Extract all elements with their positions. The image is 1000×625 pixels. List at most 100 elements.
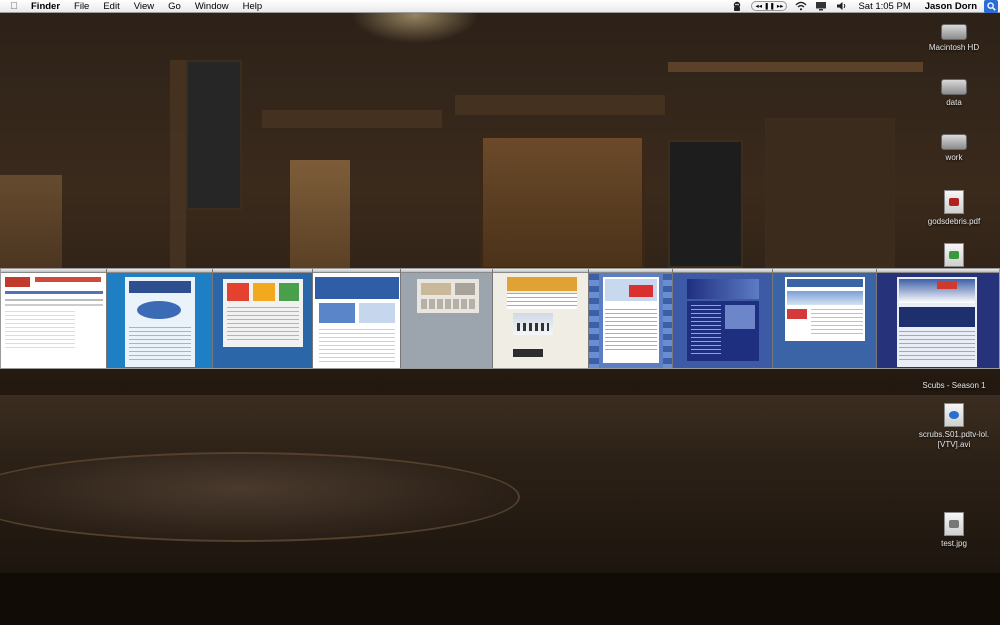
page-header [787, 279, 863, 287]
window-thumbnail-ski-blog[interactable] [493, 269, 589, 368]
next-track-icon[interactable]: ▸▸ [777, 2, 784, 10]
bg-window [290, 160, 350, 270]
nav-bar [5, 291, 103, 294]
gallery-photo [421, 283, 451, 295]
hard-drive-icon [941, 79, 967, 95]
pause-icon[interactable]: ❚❚ [764, 2, 775, 10]
desktop-icon-scubs-season-1[interactable]: Scubs - Season 1 [914, 378, 994, 391]
side-pattern [589, 274, 599, 368]
window-thumbnail-mountain-site[interactable] [877, 269, 999, 368]
bg-poster [186, 60, 242, 210]
bg-chalkboard [668, 140, 743, 268]
window-titlebar [401, 269, 492, 273]
content-line [5, 304, 103, 306]
bg-shelf [668, 62, 923, 72]
promo-graphic [137, 301, 181, 319]
window-thumbnail-forum-page[interactable] [1, 269, 107, 368]
ad-tile [253, 283, 275, 301]
menu-help[interactable]: Help [236, 0, 270, 13]
photo-people [517, 323, 549, 331]
desktop-icon-label: test.jpg [941, 539, 967, 548]
menu-finder[interactable]: Finder [24, 0, 67, 13]
hard-drive-icon [941, 134, 967, 150]
desktop-icon-label-line1: scrubs.S01.pdtv-lol. [918, 430, 990, 439]
adium-icon[interactable] [730, 1, 744, 12]
user-menu[interactable]: Jason Dorn [918, 1, 984, 12]
text-block [227, 307, 299, 343]
content-line [5, 299, 103, 301]
menu-clock[interactable]: Sat 1:05 PM [851, 1, 917, 12]
window-thumbnail-snowboard-shop[interactable] [589, 269, 673, 368]
desktop-icon-label: godsdebris.pdf [927, 217, 981, 226]
desktop-icon-music-file[interactable] [914, 243, 994, 267]
desktop-icon-label-line2: [VTV].avi [937, 440, 971, 449]
hero-image [787, 291, 863, 305]
text-block [811, 309, 863, 337]
window-thumbnail-weather-site[interactable] [773, 269, 877, 368]
menu-extras: ◂◂ ❚❚ ▸▸ Sat 1:05 PM Jason Dorn [727, 0, 1000, 13]
wifi-icon[interactable] [794, 1, 808, 12]
desktop-icon-label: data [946, 98, 962, 107]
bg-beam [455, 95, 665, 115]
menu-edit[interactable]: Edit [96, 0, 126, 13]
window-thumbnail-strip [0, 268, 1000, 369]
page-header [129, 281, 191, 293]
menu-go[interactable]: Go [161, 0, 188, 13]
thumbnail-row [421, 299, 475, 309]
apple-menu-icon[interactable]:  [4, 1, 24, 12]
window-thumbnail-grey-gallery[interactable] [401, 269, 493, 368]
desktop-icon-scrubs-avi[interactable]: scrubs.S01.pdtv-lol. [VTV].avi [910, 403, 998, 450]
blog-header [507, 277, 577, 291]
site-logo [5, 277, 30, 287]
window-titlebar [1, 269, 106, 273]
previous-track-icon[interactable]: ◂◂ [755, 2, 762, 10]
volume-icon[interactable] [834, 1, 848, 12]
bg-window [0, 175, 62, 270]
desktop-icon-data[interactable]: data [914, 73, 994, 108]
site-banner [35, 277, 101, 282]
menu-file[interactable]: File [67, 0, 96, 13]
window-thumbnail-tech-news[interactable] [313, 269, 401, 368]
display-icon[interactable] [814, 1, 828, 12]
text-block [129, 327, 191, 363]
spotlight-search-icon[interactable] [984, 0, 998, 13]
window-thumbnail-resort-site[interactable] [673, 269, 773, 368]
music-file-icon [944, 243, 964, 267]
menu-window[interactable]: Window [188, 0, 236, 13]
desktop-icon-label: work [945, 153, 963, 162]
window-titlebar [213, 269, 312, 273]
window-thumbnail-blue-portal[interactable] [107, 269, 213, 368]
text-block [605, 309, 657, 353]
desktop-icon-godsdebris-pdf[interactable]: godsdebris.pdf [914, 190, 994, 227]
text-block [507, 293, 577, 309]
text-block [899, 331, 975, 363]
window-thumbnail-ad-network[interactable] [213, 269, 313, 368]
ad-tile [279, 283, 299, 301]
image-file-icon [944, 512, 964, 536]
bg-door [480, 135, 645, 270]
window-titlebar [107, 269, 212, 273]
alert-block [787, 309, 807, 319]
menu-view[interactable]: View [127, 0, 161, 13]
resort-banner [687, 279, 759, 299]
desktop-icon-test-jpg[interactable]: test.jpg [914, 512, 994, 549]
forum-post [5, 311, 75, 351]
logo-badge [937, 281, 957, 289]
window-titlebar [673, 269, 772, 273]
bg-beam [262, 110, 442, 128]
bg-painting [765, 118, 895, 268]
side-pattern [663, 274, 672, 368]
itunes-controls: ◂◂ ❚❚ ▸▸ [751, 1, 788, 11]
window-titlebar [877, 269, 999, 273]
page-header [315, 277, 399, 299]
desktop-icon-label: Scubs - Season 1 [922, 381, 986, 390]
nav-panel [899, 307, 975, 327]
text-block [691, 305, 721, 355]
price-tag [629, 285, 653, 297]
bg-floor [0, 573, 1000, 625]
gallery-photo [455, 283, 475, 295]
ad-tile [227, 283, 249, 301]
window-titlebar [493, 269, 588, 273]
desktop-icon-work[interactable]: work [914, 128, 994, 163]
desktop-icon-macintosh-hd[interactable]: Macintosh HD [914, 18, 994, 53]
